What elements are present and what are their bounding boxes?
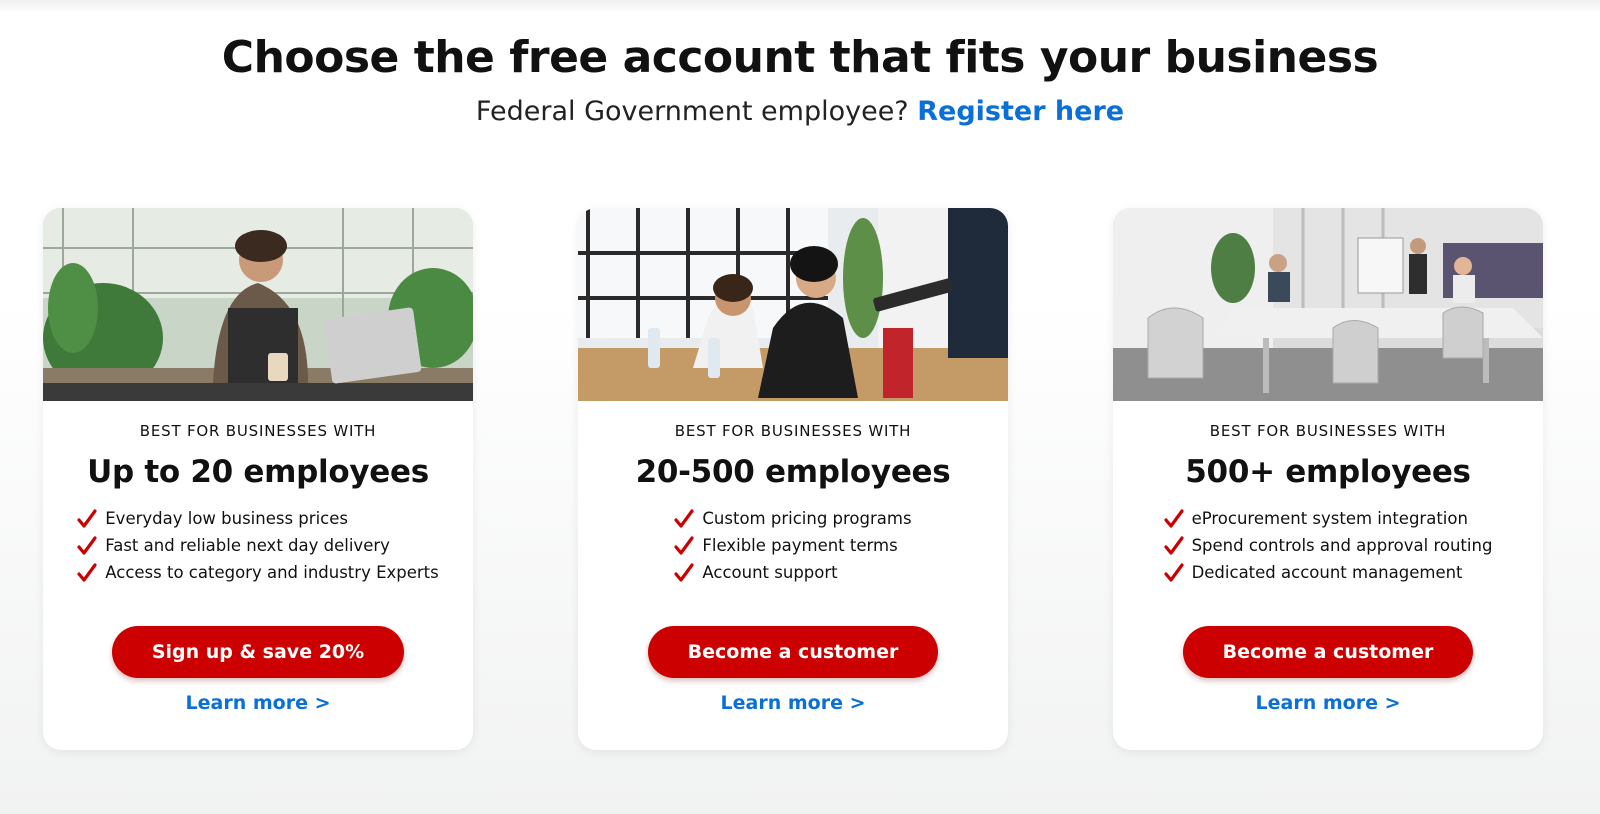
checkmark-icon — [77, 508, 97, 528]
button-wrap: Become a customer — [1113, 626, 1543, 678]
feature-item: Flexible payment terms — [674, 532, 911, 559]
card-eyebrow: BEST FOR BUSINESSES WITH — [1209, 422, 1447, 440]
card-mid-business: BEST FOR BUSINESSES WITH 20-500 employee… — [578, 208, 1008, 750]
feature-text: Flexible payment terms — [702, 536, 898, 555]
feature-item: Custom pricing programs — [674, 505, 912, 532]
federal-employee-text: Federal Government employee? — [475, 96, 918, 127]
feature-list: eProcurement system integration Spend co… — [1163, 505, 1493, 586]
card-photo-greenhouse — [43, 208, 473, 401]
sign-up-save-button[interactable]: Sign up & save 20% — [111, 626, 405, 678]
card-title: 20-500 employees — [635, 454, 951, 490]
checkmark-icon — [1163, 508, 1184, 528]
checkmark-icon — [674, 535, 695, 555]
account-cards: BEST FOR BUSINESSES WITH Up to 20 employ… — [43, 208, 1563, 750]
learn-more-link[interactable]: Learn more > — [578, 691, 1008, 715]
federal-register-line: Federal Government employee? Register he… — [0, 94, 1600, 130]
feature-text: Access to category and industry Experts — [105, 563, 439, 582]
feature-item: Access to category and industry Experts — [77, 559, 439, 586]
learn-more-link[interactable]: Learn more > — [43, 691, 473, 715]
card-title: Up to 20 employees — [87, 454, 429, 490]
feature-text: Spend controls and approval routing — [1191, 536, 1493, 555]
feature-list: Custom pricing programs Flexible payment… — [674, 505, 912, 586]
feature-item: Fast and reliable next day delivery — [77, 532, 439, 559]
feature-text: Account support — [702, 563, 838, 582]
checkmark-icon — [1163, 562, 1184, 582]
button-wrap: Sign up & save 20% — [43, 626, 473, 678]
learn-more-link[interactable]: Learn more > — [1113, 691, 1543, 715]
checkmark-icon — [1163, 535, 1184, 555]
feature-text: Custom pricing programs — [702, 509, 912, 528]
card-small-business: BEST FOR BUSINESSES WITH Up to 20 employ… — [43, 208, 473, 750]
feature-item: Everyday low business prices — [77, 505, 439, 532]
card-eyebrow: BEST FOR BUSINESSES WITH — [674, 422, 912, 440]
checkmark-icon — [77, 562, 97, 582]
feature-item: Dedicated account management — [1163, 559, 1493, 586]
page-title: Choose the free account that fits your b… — [221, 32, 1379, 83]
feature-text: Fast and reliable next day delivery — [105, 536, 390, 555]
feature-item: eProcurement system integration — [1163, 505, 1493, 532]
feature-item: Account support — [674, 559, 911, 586]
card-photo-meeting — [578, 208, 1008, 401]
register-here-link[interactable]: Register here — [917, 96, 1124, 127]
checkmark-icon — [674, 562, 695, 582]
feature-text: Everyday low business prices — [105, 509, 348, 528]
card-eyebrow: BEST FOR BUSINESSES WITH — [139, 422, 377, 440]
card-title: 500+ employees — [1185, 454, 1471, 490]
card-photo-conference-room — [1113, 208, 1543, 401]
card-enterprise: BEST FOR BUSINESSES WITH 500+ employees … — [1113, 208, 1543, 750]
feature-list: Everyday low business prices Fast and re… — [77, 505, 439, 586]
become-customer-button[interactable]: Become a customer — [647, 626, 939, 678]
button-wrap: Become a customer — [578, 626, 1008, 678]
page-header: Choose the free account that fits your b… — [0, 28, 1600, 130]
feature-text: Dedicated account management — [1191, 563, 1463, 582]
top-shadow — [0, 0, 1600, 14]
checkmark-icon — [77, 535, 97, 555]
feature-text: eProcurement system integration — [1191, 509, 1468, 528]
checkmark-icon — [674, 508, 695, 528]
feature-item: Spend controls and approval routing — [1163, 532, 1493, 559]
become-customer-button[interactable]: Become a customer — [1182, 626, 1474, 678]
